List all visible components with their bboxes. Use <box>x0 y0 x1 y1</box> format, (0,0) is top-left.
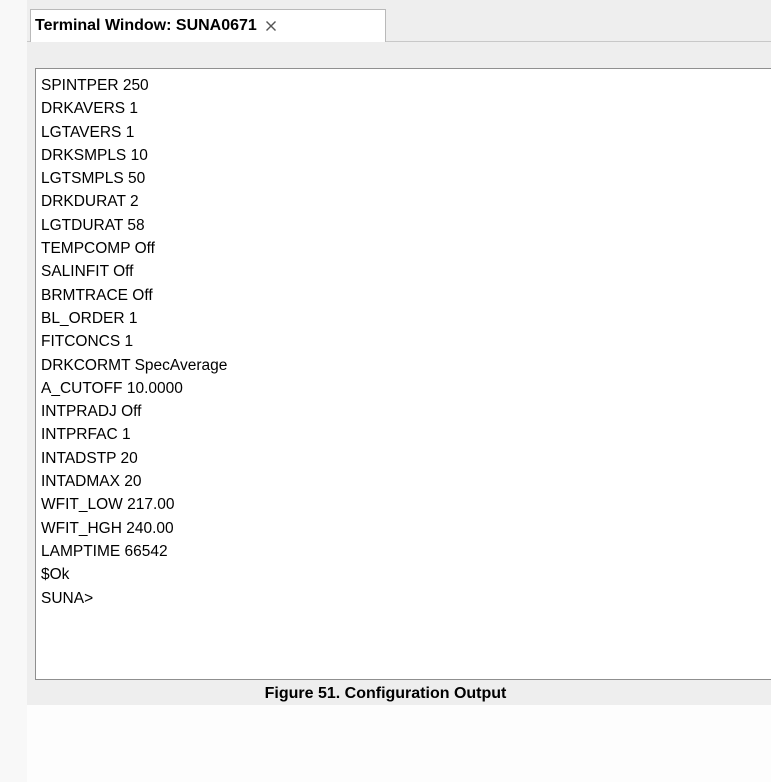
terminal-line: FITCONCS 1 <box>41 333 134 351</box>
close-icon[interactable] <box>264 19 278 33</box>
terminal-line: A_CUTOFF 10.0000 <box>41 379 183 397</box>
terminal-line: SPINTPER 250 <box>41 77 149 94</box>
terminal-line: LGTAVERS 1 <box>41 123 135 141</box>
terminal-line: $Ok <box>41 566 70 584</box>
terminal-line: LAMPTIME 66542 <box>41 542 168 560</box>
terminal-line: WFIT_LOW 217.00 <box>41 496 175 514</box>
page-margin <box>0 0 27 782</box>
terminal-line: INTADSTP 20 <box>41 449 138 467</box>
terminal-output[interactable]: SPINTPER 250 DRKAVERS 1 LGTAVERS 1 DRKSM… <box>35 68 771 680</box>
terminal-line: DRKSMPLS 10 <box>41 146 148 164</box>
terminal-line: BRMTRACE Off <box>41 286 153 304</box>
terminal-line: LGTSMPLS 50 <box>41 170 146 188</box>
terminal-window-panel: Terminal Window: SUNA0671 SPINTPER 250 D… <box>27 0 771 705</box>
close-icon-glyph <box>265 21 276 31</box>
terminal-line: INTPRFAC 1 <box>41 426 131 444</box>
terminal-line: WFIT_HGH 240.00 <box>41 519 174 537</box>
tab-terminal-window[interactable]: Terminal Window: SUNA0671 <box>30 9 386 42</box>
terminal-line: LGTDURAT 58 <box>41 216 145 234</box>
terminal-line: DRKAVERS 1 <box>41 100 139 118</box>
figure-caption: Figure 51. Configuration Output <box>264 685 507 702</box>
terminal-line: INTADMAX 20 <box>41 473 142 491</box>
terminal-line: DRKCORMT SpecAverage <box>41 356 228 374</box>
terminal-line: INTPRADJ Off <box>41 403 142 421</box>
terminal-line: TEMPCOMP Off <box>41 240 155 258</box>
tab-title: Terminal Window: SUNA0671 <box>35 17 257 34</box>
terminal-line: SALINFIT Off <box>41 263 134 281</box>
terminal-line: BL_ORDER 1 <box>41 309 138 327</box>
terminal-prompt[interactable]: SUNA> <box>41 587 771 610</box>
tab-bar: Terminal Window: SUNA0671 <box>27 0 771 42</box>
terminal-line: DRKDURAT 2 <box>41 193 139 211</box>
